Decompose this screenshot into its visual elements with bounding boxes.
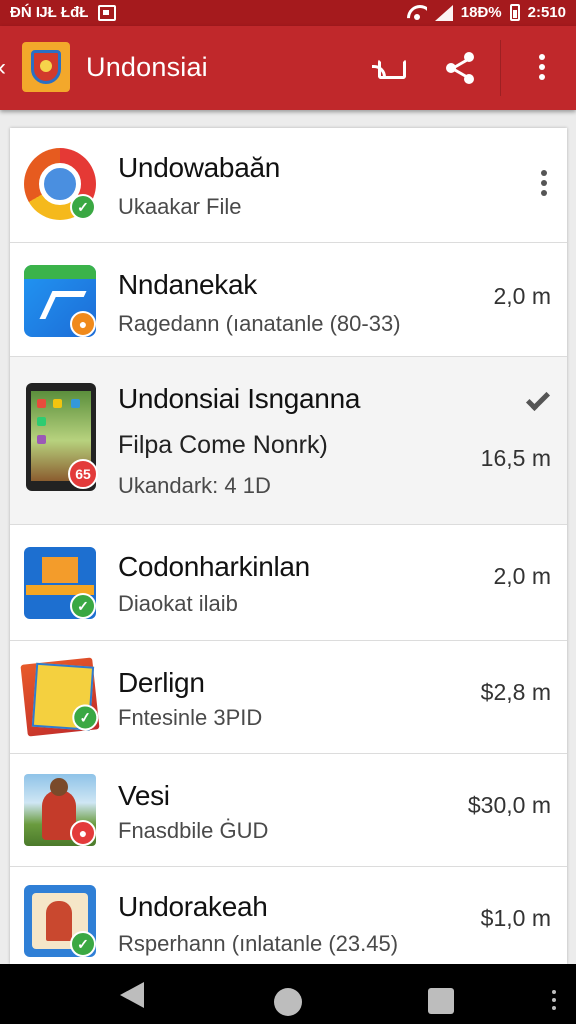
list-item-selected[interactable]: 65 Undonsiai Isnganna Filpa Come Nonrk) … xyxy=(10,357,567,525)
item-subtitle: Rsperhann (ınlatanle (23.45) xyxy=(118,931,399,956)
check-badge-icon: ✓ xyxy=(70,931,96,957)
list-item[interactable]: ● Nndanekak Ragedann (ıanatanle (80-33) … xyxy=(10,243,567,357)
status-left-text: ĐŃ ĲŁ ŁđŁ xyxy=(10,4,89,21)
app-bar: ‹ Undonsiai xyxy=(0,26,576,110)
battery-icon xyxy=(509,4,520,21)
app-store-icon: ● xyxy=(24,265,96,337)
status-bar: ĐŃ ĲŁ ŁđŁ 18Ɖ% 2:510 xyxy=(0,0,576,26)
item-subtitle: Ukaakar File xyxy=(118,194,242,219)
cast-icon[interactable] xyxy=(372,50,408,86)
item-size: 2,0 m xyxy=(493,283,551,309)
back-icon[interactable]: ‹ xyxy=(0,56,6,80)
item-title: Derlign xyxy=(118,667,205,698)
list-item[interactable]: ✓ Codonharkinlan Diaokat ilaib 2,0 m xyxy=(10,525,567,641)
browser-app-icon: ✓ xyxy=(24,148,96,220)
status-left: ĐŃ ĲŁ ŁđŁ xyxy=(10,4,117,21)
item-size: $2,8 m xyxy=(480,679,551,705)
item-size: 16,5 m xyxy=(480,445,551,471)
check-badge-icon: ✓ xyxy=(70,593,96,619)
item-subtitle: Filpa Come Nonrk) xyxy=(118,431,328,459)
item-size: 2,0 m xyxy=(493,563,551,589)
item-subtitle: Fnasdbile ĠUD xyxy=(118,818,269,843)
item-title: Undonsiai Isnganna xyxy=(118,383,361,414)
checkmark-icon xyxy=(525,386,551,412)
app-bar-divider xyxy=(500,40,501,96)
item-size: $1,0 m xyxy=(480,905,551,931)
nav-recents-icon[interactable] xyxy=(428,988,454,1014)
list-item[interactable]: ✓ Undorakeah Rsperhann (ınlatanle (23.45… xyxy=(10,867,567,964)
app-logo xyxy=(22,42,70,92)
phone-app-icon: 65 xyxy=(26,383,98,491)
wifi-icon xyxy=(407,5,427,21)
poster-app-icon: ✓ xyxy=(20,657,100,737)
image-notification-icon xyxy=(98,4,117,21)
item-subtitle: Ragedann (ıanatanle (80-33) xyxy=(118,311,401,336)
list-item[interactable]: ✓ Derlign Fntesinle 3PID $2,8 m xyxy=(10,641,567,754)
list-item[interactable]: ● Vesi Fnasdbile ĠUD $30,0 m xyxy=(10,754,567,867)
item-title: Vesi xyxy=(118,780,170,811)
list-item[interactable]: ✓ Undowabaăn Ukaakar File xyxy=(10,128,567,243)
check-badge-icon: ✓ xyxy=(70,194,96,220)
portrait-app-icon: ✓ xyxy=(24,885,96,957)
nav-more-icon[interactable] xyxy=(552,990,556,1010)
alert-badge-icon: ● xyxy=(70,820,96,846)
nav-back-icon[interactable] xyxy=(120,982,144,1008)
app-title: Undonsiai xyxy=(86,52,208,82)
item-size: $30,0 m xyxy=(467,792,551,818)
item-title: Nndanekak xyxy=(118,269,257,300)
item-detail: Ukandark: 4 1D xyxy=(118,473,271,498)
item-title: Undowabaăn xyxy=(118,152,281,183)
update-badge-icon: ● xyxy=(70,311,96,337)
clock: 2:510 xyxy=(527,4,566,21)
item-subtitle: Diaokat ilaib xyxy=(118,591,238,616)
nav-home-icon[interactable] xyxy=(274,988,302,1016)
count-badge: 65 xyxy=(68,459,98,489)
navigation-bar xyxy=(0,964,576,1024)
status-right: 18Ɖ% 2:510 xyxy=(407,4,566,21)
signal-icon xyxy=(434,4,453,21)
file-list: ✓ Undowabaăn Ukaakar File ● Nndanekak R… xyxy=(10,128,567,964)
item-title: Undorakeah xyxy=(118,891,268,922)
store-app-icon: ✓ xyxy=(24,547,96,619)
item-more-icon[interactable] xyxy=(541,170,547,196)
photo-app-icon: ● xyxy=(24,774,96,846)
battery-percent: 18Ɖ% xyxy=(460,4,502,21)
item-title: Codonharkinlan xyxy=(118,551,310,582)
share-icon[interactable] xyxy=(442,50,478,86)
item-subtitle: Fntesinle 3PID xyxy=(118,705,263,730)
more-vert-icon[interactable] xyxy=(524,50,560,86)
